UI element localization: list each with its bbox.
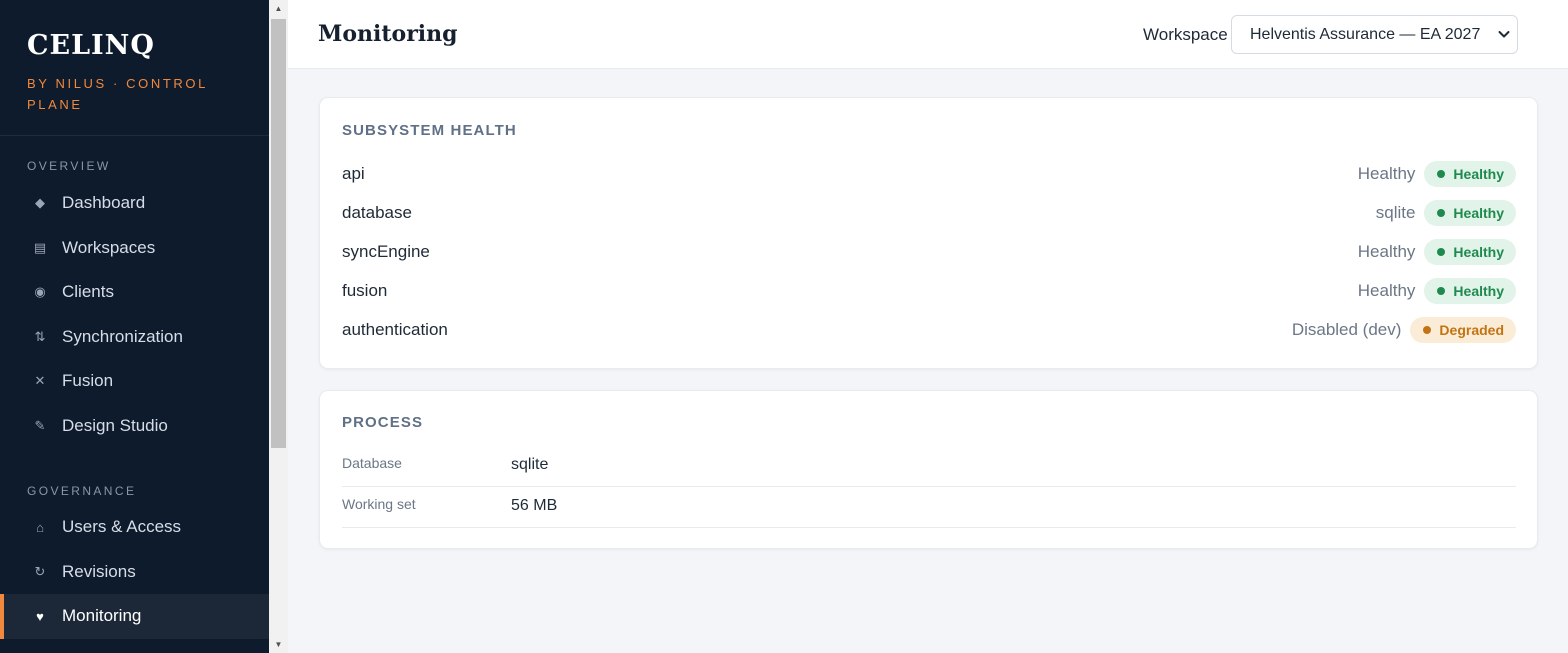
process-row-database: Database sqlite	[342, 446, 1516, 487]
nav-item-revisions[interactable]: ↻ Revisions	[0, 550, 269, 595]
subsystem-name: syncEngine	[342, 242, 430, 261]
nav-item-monitoring[interactable]: ♥ Monitoring	[0, 594, 269, 639]
health-row-syncengine: syncEngine Healthy Healthy	[342, 238, 1516, 266]
page-title: Monitoring	[318, 21, 458, 47]
nav-item-users-access[interactable]: ⌂ Users & Access	[0, 505, 269, 550]
status-badge-label: Degraded	[1439, 322, 1504, 338]
nav-section-governance: GOVERNANCE	[27, 484, 137, 498]
revisions-icon: ↻	[34, 563, 46, 579]
heart-icon: ♥	[36, 608, 44, 624]
nav-item-label: Users & Access	[62, 517, 182, 537]
nav-item-label: Revisions	[62, 561, 136, 581]
subsystem-health-title: SUBSYSTEM HEALTH	[342, 122, 517, 139]
status-badge: Degraded	[1410, 317, 1516, 343]
health-row-api: api Healthy Healthy	[342, 160, 1516, 188]
process-title: PROCESS	[342, 414, 424, 431]
nav-item-label: Clients	[62, 282, 114, 302]
process-card: PROCESS Database sqlite Working set 56 M…	[319, 390, 1538, 549]
nav-item-clients[interactable]: ◉ Clients	[0, 270, 269, 315]
process-key: Database	[342, 455, 402, 471]
subsystem-health-card: SUBSYSTEM HEALTH api Healthy Healthy dat…	[319, 97, 1538, 369]
subsystem-detail: Healthy	[1357, 164, 1416, 183]
subsystem-detail: Healthy	[1357, 281, 1416, 300]
subsystem-detail: Healthy	[1357, 242, 1416, 261]
users-icon: ⌂	[36, 519, 44, 535]
workspace-select-value: Helventis Assurance — EA 2027	[1250, 25, 1481, 43]
status-badge-label: Healthy	[1453, 283, 1504, 299]
status-dot-icon	[1437, 170, 1446, 178]
clients-icon: ◉	[34, 284, 46, 300]
fusion-icon: ✕	[34, 373, 46, 389]
nav-item-workspaces[interactable]: ▤ Workspaces	[0, 226, 269, 271]
nav-item-label: Workspaces	[62, 237, 156, 257]
scroll-thumb[interactable]	[271, 19, 286, 448]
top-bar: Monitoring Workspace Helventis Assurance…	[288, 0, 1568, 69]
main-content: Monitoring Workspace Helventis Assurance…	[288, 0, 1568, 653]
subsystem-name: fusion	[342, 281, 388, 300]
status-badge: Healthy	[1424, 278, 1516, 304]
workspace-select[interactable]: Helventis Assurance — EA 2027	[1231, 15, 1518, 54]
brand: CELINQ BY NILUS · CONTROL PLANE	[0, 0, 269, 136]
subsystem-name: api	[342, 164, 365, 183]
process-key: Working set	[342, 496, 416, 512]
health-row-database: database sqlite Healthy	[342, 199, 1516, 227]
sync-icon: ⇅	[34, 328, 46, 344]
status-dot-icon	[1437, 287, 1446, 295]
status-badge: Healthy	[1424, 239, 1516, 265]
status-dot-icon	[1423, 326, 1432, 334]
nav-section-overview: OVERVIEW	[27, 159, 111, 173]
nav-item-design-studio[interactable]: ✎ Design Studio	[0, 404, 269, 449]
nav-item-label: Design Studio	[62, 415, 168, 435]
status-dot-icon	[1437, 248, 1446, 256]
diamond-icon: ◆	[35, 195, 45, 211]
sidebar-scrollbar[interactable]: ▲ ▼	[269, 0, 288, 653]
subsystem-detail: Disabled (dev)	[1291, 320, 1402, 339]
process-row-working-set: Working set 56 MB	[342, 487, 1516, 528]
process-value: 56 MB	[511, 497, 558, 514]
workspace-label: Workspace	[1143, 25, 1228, 44]
nav-item-label: Fusion	[62, 371, 114, 391]
subsystem-name: authentication	[342, 320, 448, 339]
status-dot-icon	[1437, 209, 1446, 217]
nav-item-dashboard[interactable]: ◆ Dashboard	[0, 181, 269, 226]
status-badge-label: Healthy	[1453, 205, 1504, 221]
status-badge-label: Healthy	[1453, 166, 1504, 182]
health-row-authentication: authentication Disabled (dev) Degraded	[342, 316, 1516, 344]
status-badge-label: Healthy	[1453, 244, 1504, 260]
nav-item-label: Dashboard	[62, 193, 146, 213]
health-row-fusion: fusion Healthy Healthy	[342, 277, 1516, 305]
status-badge: Healthy	[1424, 200, 1516, 226]
nav-item-label: Monitoring	[62, 606, 142, 626]
nav-item-fusion[interactable]: ✕ Fusion	[0, 359, 269, 404]
workspaces-icon: ▤	[33, 239, 47, 255]
brand-title: CELINQ	[27, 30, 155, 61]
chevron-down-icon	[1498, 31, 1510, 38]
scroll-down-arrow-icon[interactable]: ▼	[269, 636, 288, 653]
subsystem-detail: sqlite	[1375, 203, 1416, 222]
subsystem-name: database	[342, 203, 412, 222]
status-badge: Healthy	[1424, 161, 1516, 187]
pencil-icon: ✎	[34, 417, 46, 433]
scroll-up-arrow-icon[interactable]: ▲	[269, 0, 288, 17]
brand-subtitle: BY NILUS · CONTROL PLANE	[27, 76, 208, 112]
nav-item-label: Synchronization	[62, 326, 183, 346]
process-value: sqlite	[511, 456, 549, 473]
sidebar: CELINQ BY NILUS · CONTROL PLANE OVERVIEW…	[0, 0, 269, 653]
nav-item-synchronization[interactable]: ⇅ Synchronization	[0, 315, 269, 360]
